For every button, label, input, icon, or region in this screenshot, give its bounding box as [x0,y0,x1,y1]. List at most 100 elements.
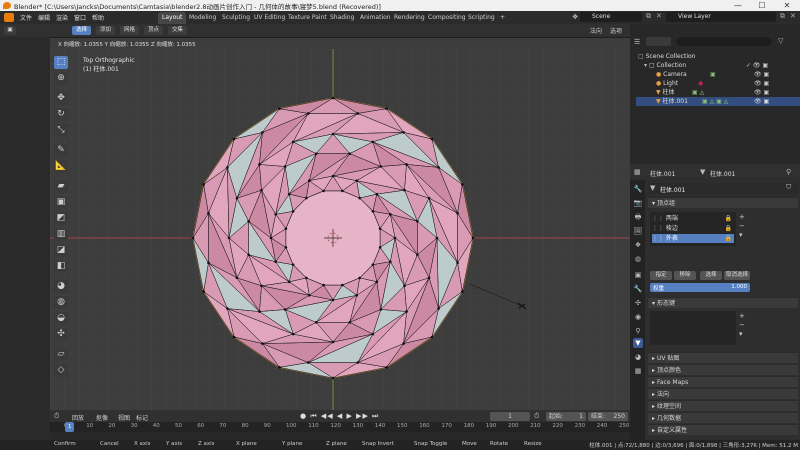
lock-icon[interactable]: 🔒 [725,234,732,243]
shape-key-list[interactable] [650,311,736,345]
frame-ruler[interactable]: 0102030405060708090100110120130140150160… [50,422,630,432]
current-frame-field[interactable]: 1 [490,412,530,421]
select-mode-button[interactable]: 选择 [72,26,92,35]
timeline-area[interactable]: 0102030405060708090100110120130140150160… [50,422,630,440]
texture-tab-icon[interactable]: ▦ [633,366,643,376]
add-workspace-button[interactable]: + [496,12,509,24]
scale-tool-icon[interactable]: ⤡ [54,124,68,137]
playback-controls[interactable]: ● ⏮ ◀◀ ◀ ▶ ▶▶ ⏭ [300,412,379,421]
face-maps-section[interactable]: ▸ Face Maps [648,376,798,387]
shape-key-side-buttons[interactable]: + − ▾ [739,312,745,339]
custom-properties-section[interactable]: ▸ 自定义属性 [648,424,798,435]
playhead[interactable]: 1 [65,422,75,432]
minimize-button[interactable]: — [726,0,750,11]
viewport-canvas[interactable] [50,49,630,410]
remove-view-layer-icon[interactable]: ✕ [790,12,796,20]
output-tab-icon[interactable]: 🖶 [633,212,643,222]
loop-cut-tool-icon[interactable]: ▥ [54,228,68,241]
menu-playback[interactable]: 回放 [72,413,84,422]
tab-layout[interactable]: Layout [158,12,187,24]
render-tab-icon[interactable]: 📷 [633,198,643,208]
outliner-item-cylinder[interactable]: ▼ 柱体 ▣ ◬ 👁 ▣ [636,88,800,97]
light-visibility-icons[interactable]: 👁 ▣ [754,79,769,88]
outliner-search-input[interactable] [676,37,772,46]
camera-visibility-icons[interactable]: 👁 ▣ [754,70,769,79]
end-frame-field[interactable]: 结束: 250 [588,412,628,421]
world-tab-icon[interactable]: ◍ [633,254,643,264]
knife-tool-icon[interactable]: ◪ [54,244,68,257]
rotate-tool-icon[interactable]: ↻ [54,108,68,121]
vertex-group-item[interactable]: ⋮⋮ 外表 🔒 [652,234,734,243]
intersect-mode-button[interactable]: 交集 [168,26,188,35]
3d-viewport[interactable] [50,49,630,410]
cursor-tool-icon[interactable]: ⊕ [54,72,68,85]
add-mode-button[interactable]: 添加 [96,26,116,35]
vertex-group-item[interactable]: ⋮⋮ 棱边 🔒 [652,224,734,233]
mesh-mode-button[interactable]: 网格 [120,26,140,35]
shape-keys-section[interactable]: ▾ 形态键 [648,297,798,308]
menu-window[interactable]: 窗口 [74,13,86,22]
vertex-groups-section[interactable]: ▾ 顶点组 [648,197,798,208]
scene-tab-icon[interactable]: ❖ [633,240,643,250]
object-tab-icon[interactable]: ▣ [633,270,643,280]
mesh-data-tab-icon[interactable]: ▼ [633,338,643,348]
poly-build-tool-icon[interactable]: ◧ [54,260,68,273]
tab-shading[interactable]: Shading [326,12,358,24]
vertex-group-item[interactable]: ⋮⋮ 两端 🔒 [652,214,734,223]
outliner-item-light[interactable]: ● Light ◉ 👁 ▣ [636,79,800,88]
display-mode-dropdown[interactable] [646,37,671,46]
tab-compositing[interactable]: Compositing [424,12,470,24]
remove-button[interactable]: 移除 [674,271,696,280]
move-tool-icon[interactable]: ✥ [54,92,68,105]
constraints-tab-icon[interactable]: ⚲ [633,326,643,336]
outliner-item-cylinder-001[interactable]: ▼ 柱体.001 ▣ ◬ ▣ ◬ 👁 ▣ [636,97,800,106]
select-box-icon[interactable]: ▣ [4,26,16,35]
menu-help[interactable]: 帮助 [92,13,104,22]
rip-region-tool-icon[interactable]: ◇ [54,364,68,377]
vertex-group-side-buttons[interactable]: + − ▾ [739,213,745,240]
shrink-fatten-tool-icon[interactable]: ✣ [54,328,68,341]
particles-tab-icon[interactable]: ✣ [633,298,643,308]
spin-tool-icon[interactable]: ◕ [54,280,68,293]
outliner-scene-collection[interactable]: ▢ Scene Collection [636,52,800,61]
outliner-item-camera[interactable]: ● Camera ▣ 👁 ▣ [636,70,800,79]
tab-texture-paint[interactable]: Texture Paint [284,12,331,24]
material-tab-icon[interactable]: ◕ [633,352,643,362]
clock-icon[interactable]: ⏱ [534,412,539,421]
physics-tab-icon[interactable]: ◉ [633,312,643,322]
normals-section[interactable]: ▸ 法向 [648,388,798,399]
fake-user-icon[interactable]: ⛉ [786,183,791,192]
menu-keying[interactable]: 抠像 [96,413,108,422]
measure-tool-icon[interactable]: 📐 [54,160,68,173]
inset-tool-icon[interactable]: ▣ [54,196,68,209]
view-layer-tab-icon[interactable]: 🖼 [633,226,643,236]
cylinder-visibility-icons[interactable]: 👁 ▣ [754,88,769,97]
deselect-button[interactable]: 取消选择 [724,271,750,280]
copy-scene-icon[interactable]: ⧉ [646,12,651,21]
expand-icon[interactable]: ▾ [644,62,647,69]
assign-button[interactable]: 指定 [650,271,672,280]
view-layer-selector[interactable]: View Layer [666,12,776,22]
edge-slide-tool-icon[interactable]: ◒ [54,312,68,325]
collection-visibility-icons[interactable]: ✓ 👁 ▣ [746,61,768,70]
menu-edit[interactable]: 编辑 [38,13,50,22]
scene-selector[interactable]: Scene [580,12,642,22]
close-button[interactable]: ✕ [775,0,799,11]
menu-render[interactable]: 渲染 [56,13,68,22]
texture-space-section[interactable]: ▸ 纹理空间 [648,400,798,411]
tab-animation[interactable]: Animation [356,12,395,24]
options-dropdown[interactable]: 选项 [610,26,622,35]
menu-file[interactable]: 文件 [20,13,32,22]
tab-scripting[interactable]: Scripting [464,12,499,24]
lock-icon[interactable]: 🔒 [725,214,732,223]
smooth-tool-icon[interactable]: ◍ [54,296,68,309]
pin-icon[interactable]: ⚲ [786,168,791,176]
geometry-data-section[interactable]: ▸ 几何数据 [648,412,798,423]
blender-menu-icon[interactable] [4,13,14,22]
menu-view[interactable]: 视图 [118,413,130,422]
tool-tab-icon[interactable]: 🔧 [633,184,643,194]
annotate-tool-icon[interactable]: ✎ [54,144,68,157]
modifier-tab-icon[interactable]: 🔧 [633,284,643,294]
tab-sculpting[interactable]: Sculpting [218,12,254,24]
vertex-mode-button[interactable]: 顶点 [144,26,164,35]
